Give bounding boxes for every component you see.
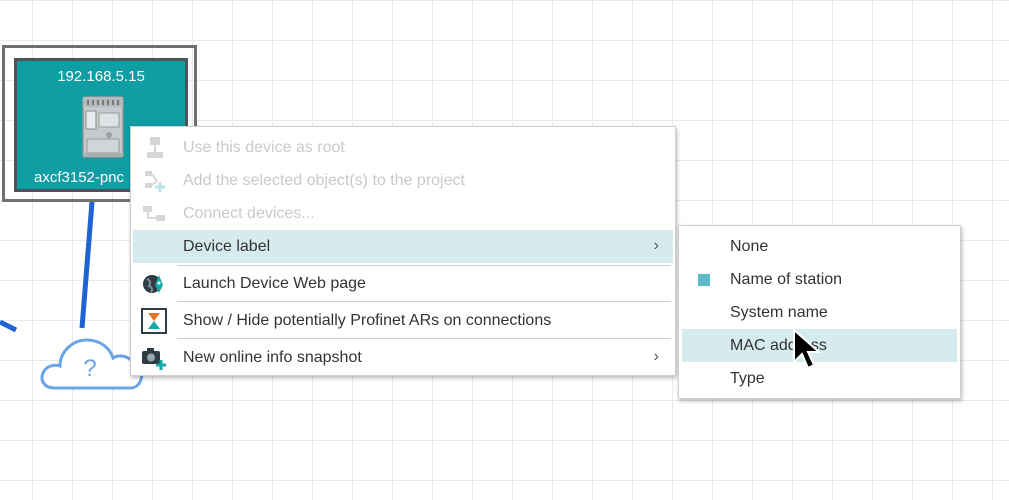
menu-item-label: Launch Device Web page [183,275,366,292]
menu-item-add-to-project[interactable]: Add the selected object(s) to the projec… [133,164,673,197]
menu-item-device-label[interactable]: Device label › [133,230,673,263]
globe-rocket-icon [143,275,163,293]
submenu-item-label: Type [730,370,765,387]
submenu-chevron-icon: › [653,348,659,365]
device-link-line[interactable] [79,201,95,329]
menu-item-label: Add the selected object(s) to the projec… [183,172,465,189]
menu-item-online-snapshot[interactable]: New online info snapshot › [133,341,673,374]
menu-separator [177,265,671,266]
menu-item-label: Device label [183,238,271,255]
submenu-item-name-of-station[interactable]: Name of station [682,263,957,296]
menu-item-toggle-profinet-ars[interactable]: Show / Hide potentially Profinet ARs on … [133,304,673,337]
device-context-menu: Use this device as root Add the selected… [130,126,676,376]
menu-item-label: Connect devices... [183,205,315,222]
mouse-pointer-icon [793,328,822,370]
submenu-item-label: Name of station [730,271,843,288]
submenu-item-system-name[interactable]: System name [682,296,957,329]
menu-item-label: New online info snapshot [183,349,362,366]
network-canvas[interactable]: 192.168.5.15 axcf3152-pnc ? Use this dev… [0,0,1009,500]
menu-item-launch-web-page[interactable]: Launch Device Web page [133,267,673,300]
menu-item-connect-devices[interactable]: Connect devices... [133,197,673,230]
device-name-label: axcf3152-pnc [34,169,125,186]
root-device-icon [147,137,163,158]
connect-devices-icon [143,206,165,221]
menu-item-label: Show / Hide potentially Profinet ARs on … [183,312,552,329]
submenu-chevron-icon: › [653,237,659,254]
menu-separator [177,301,671,302]
camera-add-icon [142,348,166,370]
plc-device-icon [82,96,124,158]
device-ip-label: 192.168.5.15 [57,68,145,85]
menu-item-label: Use this device as root [183,139,345,156]
menu-item-use-as-root[interactable]: Use this device as root [133,131,673,164]
menu-separator [177,338,671,339]
hourglass-icon [141,308,167,334]
submenu-item-label: System name [730,304,828,321]
submenu-item-label: None [730,238,769,255]
unknown-network-cloud-icon[interactable]: ? [40,330,144,392]
cloud-question-mark: ? [83,355,96,382]
submenu-item-none[interactable]: None [682,230,957,263]
add-to-project-icon [145,171,165,192]
partial-link-line[interactable] [0,319,18,333]
selected-marker-icon [698,274,710,286]
